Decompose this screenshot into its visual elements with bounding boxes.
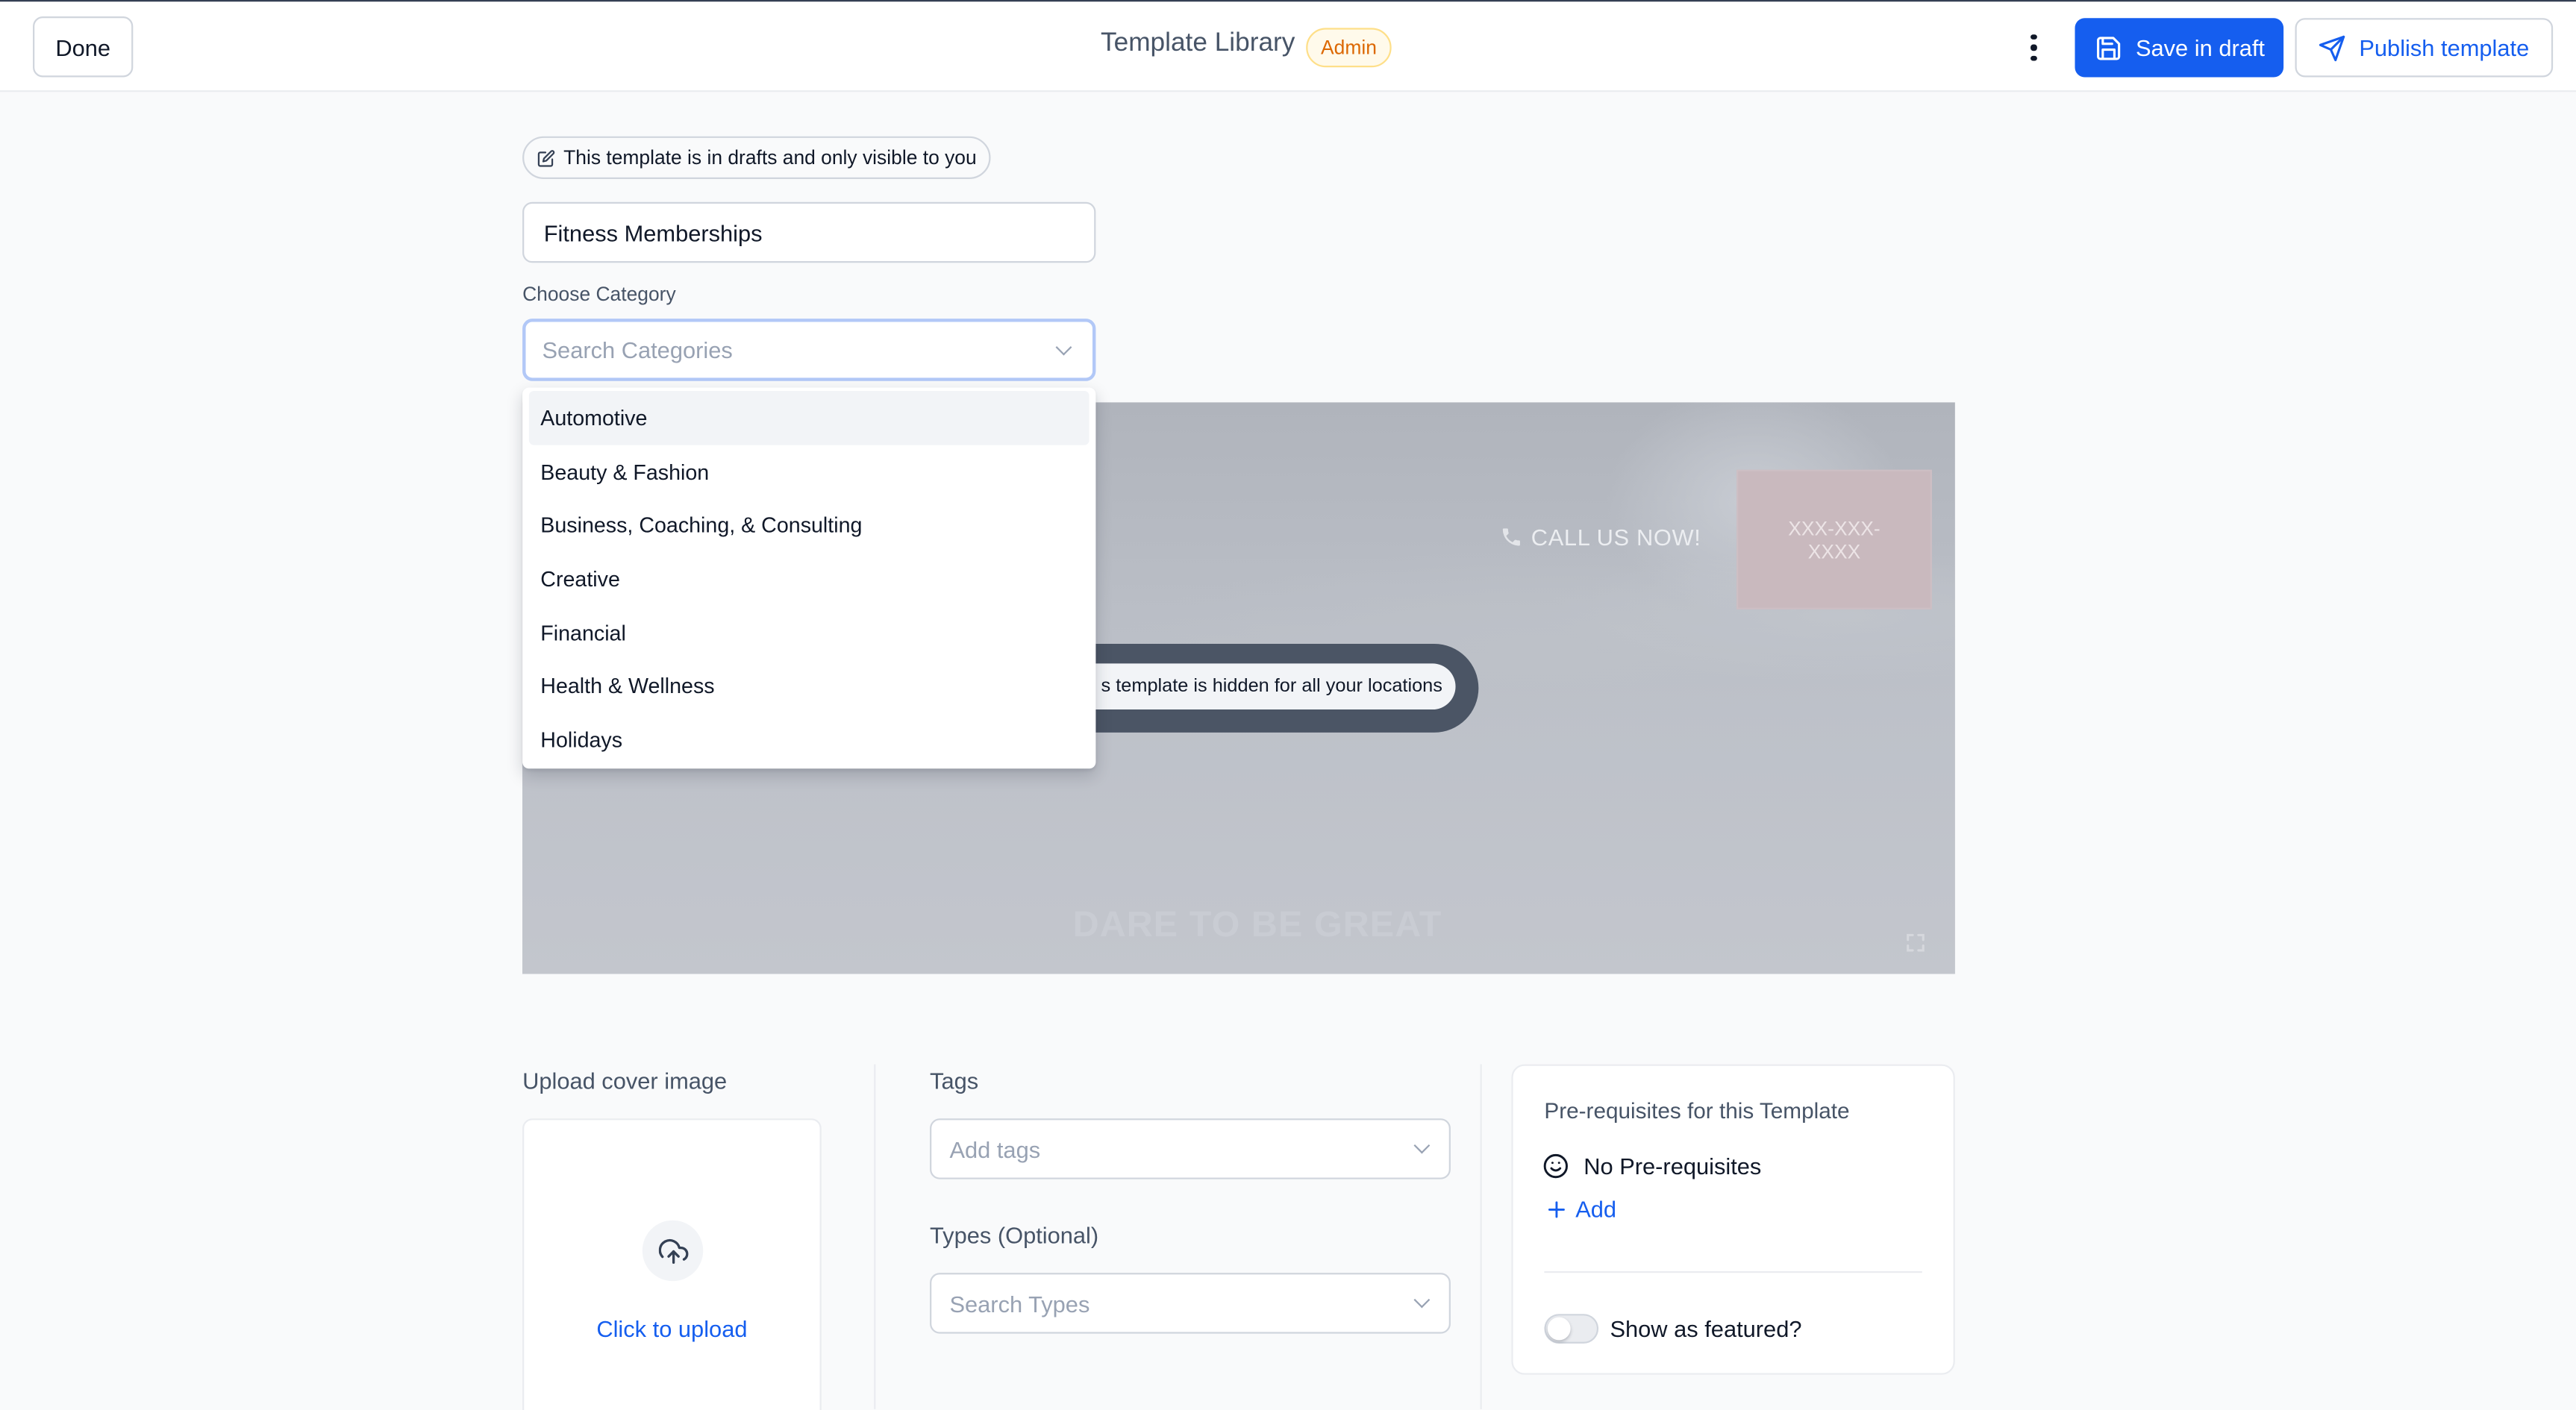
draft-status-text: This template is in drafts and only visi… [563,145,977,169]
hidden-notice-pill: s template is hidden for all your locati… [1031,643,1479,733]
preview-call-cta: CALL US NOW! [1500,524,1701,551]
smiley-icon [1543,1153,1568,1179]
publish-template-label: Publish template [2359,34,2530,61]
types-label: Types (Optional) [930,1221,1099,1249]
expand-icon[interactable] [1904,931,1928,954]
tags-select[interactable]: Add tags [930,1118,1451,1179]
plus-icon [1548,1200,1565,1218]
admin-badge: Admin [1306,28,1392,68]
add-prerequisite-button[interactable]: Add [1546,1196,1616,1222]
publish-template-button[interactable]: Publish template [2295,18,2554,78]
category-option[interactable]: Creative [529,552,1090,606]
top-bar: Done Template Library Admin Save in draf… [0,0,2576,93]
save-in-draft-button[interactable]: Save in draft [2075,18,2284,78]
category-option[interactable]: Automotive [528,390,1090,445]
section-divider [874,1064,876,1409]
call-us-text: CALL US NOW! [1531,524,1701,551]
featured-toggle[interactable] [1544,1314,1599,1344]
hidden-notice-text: s template is hidden for all your locati… [1041,663,1456,710]
category-dropdown: Automotive Beauty & Fashion Business, Co… [522,387,1096,769]
upload-cover-label: Upload cover image [522,1067,728,1094]
category-option[interactable]: Beauty & Fashion [529,445,1090,498]
types-placeholder: Search Types [949,1290,1090,1317]
tags-placeholder: Add tags [949,1135,1041,1162]
category-option[interactable]: Business, Coaching, & Consulting [529,498,1090,552]
chevron-down-icon [1413,1291,1431,1309]
template-name-input[interactable] [522,201,1096,263]
upload-dropzone[interactable]: Click to upload [522,1118,822,1410]
chevron-down-icon [1055,339,1072,356]
save-in-draft-label: Save in draft [2135,34,2266,61]
phone-icon [1502,528,1520,546]
types-select[interactable]: Search Types [930,1273,1451,1334]
click-to-upload-link[interactable]: Click to upload [524,1315,819,1341]
card-divider [1544,1270,1922,1273]
category-placeholder: Search Categories [542,336,733,363]
page-title: Template Library [1101,29,1295,58]
preview-headline: DARE TO BE GREAT [1072,903,1442,944]
draft-status-chip: This template is in drafts and only visi… [522,136,992,179]
upload-icon-circle [642,1220,704,1282]
prerequisites-title: Pre-requisites for this Template [1544,1098,1850,1124]
chevron-down-icon [1413,1137,1431,1154]
category-option[interactable]: Financial [529,606,1090,659]
category-option[interactable]: Holidays [529,713,1090,767]
cloud-upload-icon [657,1238,688,1263]
edit-icon [537,149,555,166]
no-prerequisites-row: No Pre-requisites [1542,1153,1761,1179]
more-options-icon[interactable] [2017,30,2050,66]
toggle-knob [1547,1317,1571,1341]
done-button[interactable]: Done [33,16,134,78]
phone-number-line-1: XXX-XXX- [1788,516,1881,540]
no-prerequisites-text: No Pre-requisites [1584,1153,1762,1179]
category-select[interactable]: Search Categories [522,319,1096,381]
page: Done Template Library Admin Save in draf… [0,0,2576,1410]
send-icon [2319,34,2345,60]
category-option[interactable]: Health & Wellness [529,659,1090,713]
phone-number-line-2: XXXX [1807,539,1861,563]
preview-phone-box: XXX-XXX- XXXX [1736,469,1932,610]
tags-label: Tags [930,1067,979,1094]
section-divider [1480,1064,1482,1409]
add-prerequisite-label: Add [1575,1195,1617,1222]
prerequisites-card: Pre-requisites for this Template No Pre-… [1511,1064,1955,1375]
featured-label: Show as featured? [1610,1315,1802,1342]
category-label: Choose Category [522,282,676,306]
save-icon [2097,36,2121,60]
